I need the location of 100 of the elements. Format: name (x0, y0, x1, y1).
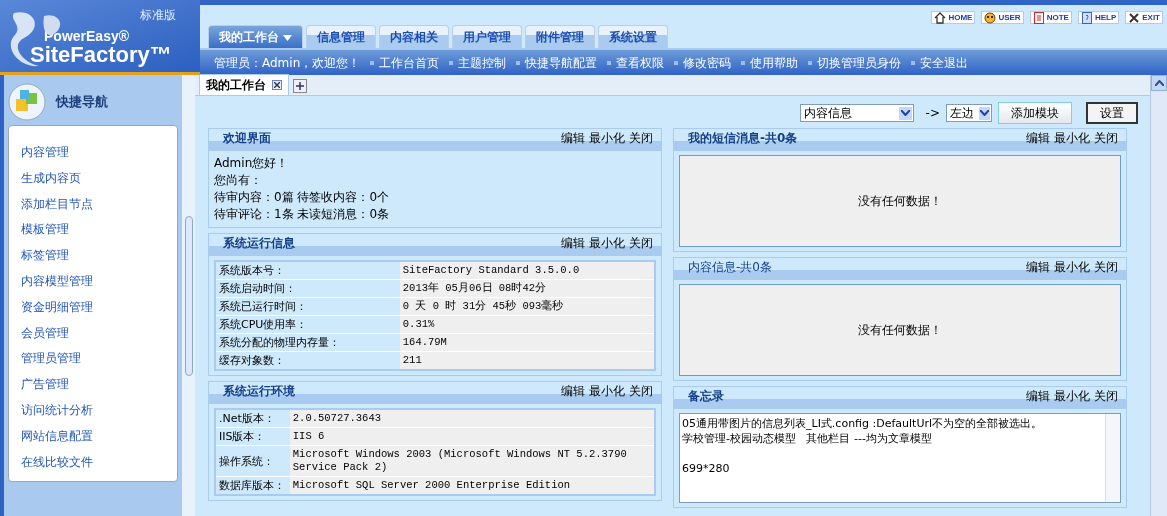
workspace-tab[interactable]: 我的工作台 (199, 74, 289, 95)
menu-tab[interactable]: 系统设置 (598, 25, 669, 48)
caret-down-icon (980, 110, 989, 116)
table-cell: 2.0.50727.3643 (289, 409, 655, 428)
menu-tab[interactable]: 用户管理 (452, 25, 523, 48)
panel-action-link[interactable]: 编辑 (1026, 129, 1050, 147)
sidebar-item[interactable]: 会员管理 (21, 320, 177, 347)
panel-title: 备忘录 (688, 388, 724, 405)
close-icon (1128, 11, 1141, 24)
toolbar-link[interactable]: EXIT (1125, 11, 1163, 24)
caret-up-icon (1154, 80, 1164, 86)
logo-subtitle: PowerEasy® (44, 28, 131, 43)
panel-title: 欢迎界面 (223, 130, 271, 147)
panel-action-link[interactable]: 关闭 (629, 382, 653, 400)
help-icon (1080, 11, 1093, 24)
welcome-text: 待审评论：1条 未读短消息：0条 (214, 206, 391, 223)
nav-link[interactable]: 查看权限 (607, 53, 665, 72)
toolbar-link[interactable]: HOME (931, 11, 976, 24)
empty-message: 没有任何数据！ (858, 322, 942, 339)
sidebar-item[interactable]: 广告管理 (21, 372, 177, 398)
sidebar-item[interactable]: 资金明细管理 (21, 294, 177, 321)
nav-link[interactable]: 主题控制 (449, 53, 507, 72)
table-cell: 操作系统： (215, 445, 290, 477)
sidebar-item[interactable]: 模板管理 (21, 217, 177, 244)
panel-action-link[interactable]: 编辑 (561, 234, 585, 252)
memo-scrollbar[interactable] (1105, 414, 1120, 502)
close-icon (274, 82, 280, 88)
settings-button[interactable]: 设置 (1086, 102, 1138, 124)
panel-action-link[interactable]: 最小化 (1054, 387, 1090, 405)
arrow-label: -> (925, 105, 940, 122)
caret-down-icon (900, 110, 910, 116)
table-cell: Microsoft Windows 2003 (Microsoft Windows NT 5.2.3790 Service Pack 2) (289, 445, 655, 477)
sidebar-item[interactable]: 标签管理 (21, 243, 177, 269)
panel-action-link[interactable]: 最小化 (589, 382, 625, 400)
edition-label: 标准版 (140, 7, 176, 24)
nav-link[interactable]: 工作台首页 (370, 53, 440, 72)
sidebar-item[interactable]: 内容管理 (21, 140, 177, 166)
menu-tab[interactable]: 附件管理 (525, 25, 596, 48)
memo-line: 05通用带图片的信息列表_LI式.config :DefaultUrl不为空的全部被选出。 (682, 416, 1044, 431)
add-module-button[interactable]: 添加模块 (998, 102, 1072, 124)
dropdown[interactable]: 左边 (946, 104, 992, 122)
toolbar-link[interactable]: HELP (1077, 11, 1120, 24)
sidebar-item[interactable]: 在线比较文件 (21, 449, 177, 476)
close-tab-button[interactable] (272, 80, 282, 90)
plus-icon (296, 82, 304, 90)
cubes-icon (8, 83, 46, 121)
welcome-text: 待审内容：0篇 待签收内容：0个 (214, 189, 391, 206)
nav-link[interactable]: 修改密码 (674, 53, 732, 72)
panel-action-link[interactable]: 最小化 (1054, 129, 1090, 147)
panel-action-link[interactable]: 关闭 (1094, 387, 1118, 405)
panel-title: 系统运行信息 (223, 235, 295, 252)
panel-action-link[interactable]: 编辑 (1026, 258, 1050, 276)
scroll-up-button[interactable] (1151, 75, 1167, 91)
table-cell: .Net版本： (215, 409, 290, 428)
welcome-text: Admin您好！ (214, 155, 290, 172)
nav-link[interactable]: 使用帮助 (741, 53, 799, 72)
splitter-handle[interactable] (184, 215, 193, 376)
panel-action-link[interactable]: 关闭 (1094, 258, 1118, 276)
panel-action-link[interactable]: 编辑 (561, 382, 585, 400)
sidebar-title: 快捷导航 (56, 93, 108, 112)
face-icon (984, 11, 997, 24)
table-cell: SiteFactory Standard 3.5.0.0 (399, 261, 655, 280)
scrollbar[interactable] (1150, 75, 1167, 516)
panel-action-link[interactable]: 关闭 (1094, 129, 1118, 147)
sidebar-item[interactable]: 网站信息配置 (21, 423, 177, 450)
empty-message: 没有任何数据！ (858, 193, 942, 210)
panel-action-link[interactable]: 关闭 (629, 234, 653, 252)
panel-title: 内容信息-共0条 (688, 259, 772, 276)
sidebar-item[interactable]: 内容模型管理 (21, 269, 177, 295)
toolbar-link[interactable]: USER (981, 11, 1024, 24)
sidebar-item[interactable]: 管理员管理 (21, 346, 177, 373)
welcome-text: 您尚有： (214, 172, 263, 189)
nav-link[interactable]: 切换管理员身份 (808, 53, 902, 72)
panel-action-link[interactable]: 最小化 (1054, 258, 1090, 276)
menu-tab[interactable]: 内容相关 (379, 25, 450, 48)
menu-tab[interactable]: 我的工作台 (208, 25, 304, 48)
sidebar-item[interactable]: 访问统计分析 (21, 397, 177, 424)
memo-field[interactable]: 05通用带图片的信息列表_LI式.config :DefaultUrl不为空的全部被选出。 学校管理-校园动态模型 其他栏目 ---均为文章模型 699*280 (679, 413, 1121, 503)
panel-action-link[interactable]: 最小化 (589, 234, 625, 252)
table-cell: 数据库版本： (215, 476, 290, 495)
menu-tab[interactable]: 信息管理 (306, 25, 377, 48)
panel-action-link[interactable]: 编辑 (1026, 387, 1050, 405)
nav-link[interactable]: 快捷导航配置 (516, 53, 598, 72)
note-icon (1032, 11, 1045, 24)
admin-greeting: 管理员：Admin，欢迎您！ (214, 54, 361, 72)
panel-action-link[interactable]: 关闭 (629, 129, 653, 147)
add-tab-button[interactable] (293, 79, 307, 93)
caret-down-icon (283, 34, 293, 41)
dropdown[interactable]: 内容信息 (799, 104, 914, 122)
sidebar-item[interactable]: 生成内容页 (21, 165, 177, 192)
panel-action-link[interactable]: 最小化 (589, 129, 625, 147)
sidebar-item[interactable]: 添加栏目节点 (21, 191, 177, 218)
table-cell: 系统版本号： (215, 261, 400, 280)
memo-line: 699*280 (682, 461, 731, 476)
memo-line: 学校管理-校园动态模型 其他栏目 ---均为文章模型 (682, 431, 933, 446)
home-icon (934, 11, 947, 24)
panel-title: 系统运行环境 (223, 383, 295, 400)
panel-action-link[interactable]: 编辑 (561, 129, 585, 147)
toolbar-link[interactable]: NOTE (1029, 11, 1072, 24)
nav-link[interactable]: 安全退出 (911, 53, 969, 72)
